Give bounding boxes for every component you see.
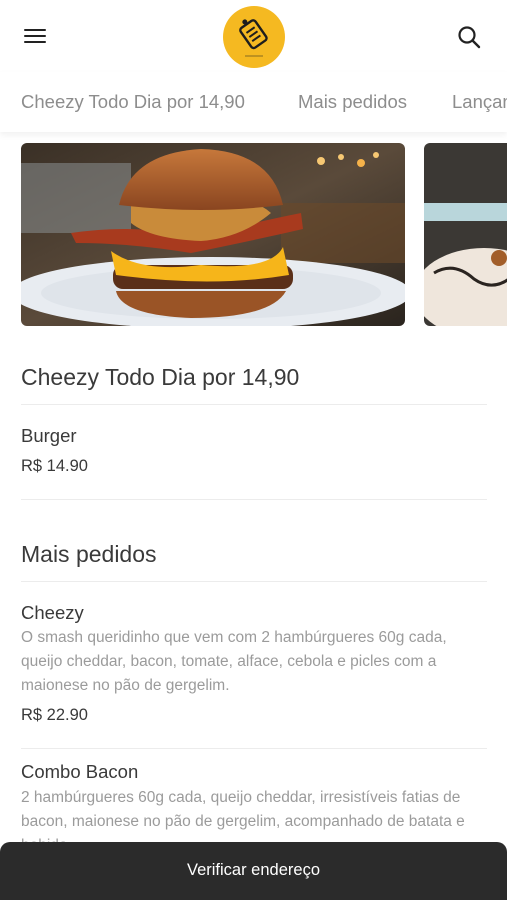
tab-mais-pedidos[interactable]: Mais pedidos xyxy=(298,91,407,113)
verify-address-label: Verificar endereço xyxy=(187,861,320,879)
divider xyxy=(21,404,487,405)
tab-lancamentos[interactable]: Lançamentos xyxy=(452,91,507,113)
item-description-combo-bacon: 2 hambúrgueres 60g cada, queijo cheddar,… xyxy=(21,789,465,842)
verify-address-button[interactable]: Verificar endereço xyxy=(0,842,507,900)
top-bar xyxy=(0,0,507,72)
divider xyxy=(21,499,487,500)
item-name-combo-bacon[interactable]: Combo Bacon xyxy=(21,761,138,783)
section-title-cheezy-todo-dia: Cheezy Todo Dia por 14,90 xyxy=(21,364,300,390)
category-tabs: Cheezy Todo Dia por 14,90 Mais pedidos L… xyxy=(0,72,507,132)
promo-image-next[interactable] xyxy=(424,143,507,326)
section-title-mais-pedidos: Mais pedidos xyxy=(21,541,157,567)
brand-logo-icon[interactable] xyxy=(223,6,285,68)
divider xyxy=(21,581,487,582)
divider xyxy=(21,748,487,749)
promo-burger-image[interactable] xyxy=(21,143,405,326)
search-icon[interactable] xyxy=(456,24,482,50)
item-price-burger: R$ 14.90 xyxy=(21,457,88,475)
item-name-cheezy[interactable]: Cheezy xyxy=(21,602,84,624)
hamburger-menu-icon[interactable] xyxy=(22,25,48,47)
item-description-cheezy: O smash queridinho que vem com 2 hambúrg… xyxy=(21,629,447,694)
item-name-burger[interactable]: Burger xyxy=(21,425,77,447)
item-price-cheezy: R$ 22.90 xyxy=(21,706,88,724)
tab-cheezy-todo-dia[interactable]: Cheezy Todo Dia por 14,90 xyxy=(21,91,245,113)
